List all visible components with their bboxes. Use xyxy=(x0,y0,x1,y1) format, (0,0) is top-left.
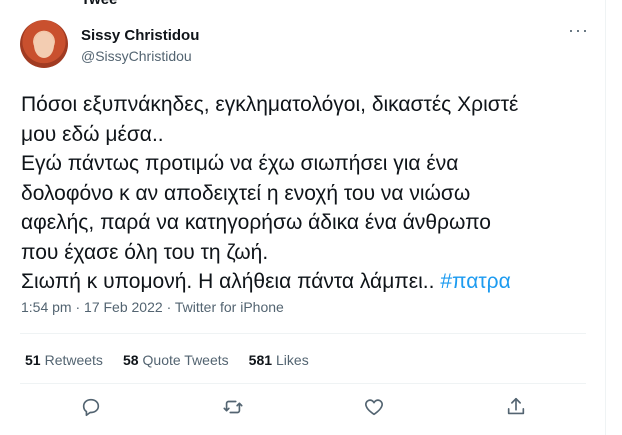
tweet-actions-bar xyxy=(0,396,606,424)
divider xyxy=(20,333,586,334)
like-icon[interactable] xyxy=(363,396,387,420)
tweet-stats: 51 Retweets 58 Quote Tweets 581 Likes xyxy=(25,352,309,368)
tweet-source[interactable]: Twitter for iPhone xyxy=(175,299,284,315)
author-name[interactable]: Sissy Christidou xyxy=(81,27,199,44)
avatar[interactable] xyxy=(20,20,68,68)
more-options-icon[interactable]: ··· xyxy=(568,21,588,39)
retweets-label: Retweets xyxy=(44,352,103,368)
hashtag-link[interactable]: #πατρα xyxy=(440,270,510,293)
quote-tweets-label: Quote Tweets xyxy=(142,352,229,368)
meta-separator: · xyxy=(166,299,172,315)
divider xyxy=(20,383,586,384)
section-heading-cut: Twee xyxy=(81,0,117,8)
likes-stat[interactable]: 581 Likes xyxy=(249,352,309,368)
likes-label: Likes xyxy=(276,352,309,368)
retweets-count: 51 xyxy=(25,352,41,368)
likes-count: 581 xyxy=(248,352,273,368)
avatar-face xyxy=(34,32,54,58)
tweet-date[interactable]: 17 Feb 2022 xyxy=(84,299,163,315)
tweet-metadata: 1:54 pm · 17 Feb 2022 · Twitter for iPho… xyxy=(21,299,284,315)
quote-tweets-stat[interactable]: 58 Quote Tweets xyxy=(123,352,229,368)
author-handle[interactable]: @SissyChristidou xyxy=(81,48,192,64)
share-icon[interactable] xyxy=(505,396,529,420)
tweet-time[interactable]: 1:54 pm xyxy=(21,299,72,315)
tweet-text: Πόσοι εξυπνάκηδες, εγκληματολόγοι, δικασ… xyxy=(21,90,591,297)
tweet-body-text: Πόσοι εξυπνάκηδες, εγκληματολόγοι, δικασ… xyxy=(21,93,519,293)
retweet-icon[interactable] xyxy=(222,396,246,420)
retweets-stat[interactable]: 51 Retweets xyxy=(25,352,103,368)
reply-icon[interactable] xyxy=(80,396,104,420)
meta-separator: · xyxy=(75,299,81,315)
tweet-detail-card: Twee Sissy Christidou @SissyChristidou ·… xyxy=(0,0,606,435)
quote-tweets-count: 58 xyxy=(122,352,139,368)
